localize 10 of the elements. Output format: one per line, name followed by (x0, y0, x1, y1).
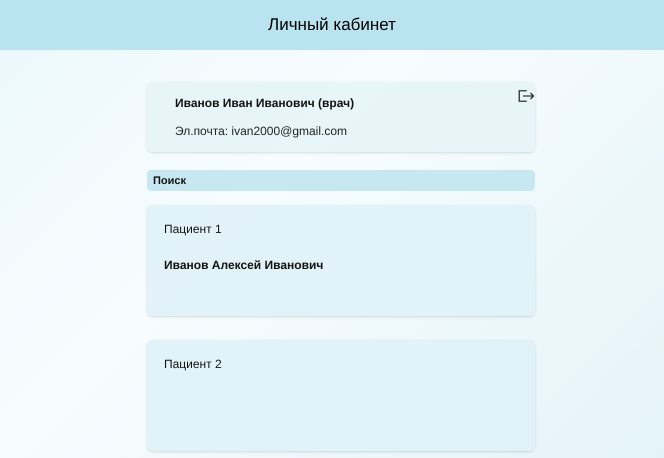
patient-label: Пациент 2 (164, 356, 223, 373)
logout-icon[interactable] (517, 88, 535, 104)
patient-label: Пациент 1 (164, 221, 223, 238)
search-field[interactable]: Поиск (147, 170, 535, 191)
patient-card[interactable]: Пациент 2 (147, 340, 535, 451)
doctor-name: Иванов Иван Иванович (врач) (175, 95, 354, 112)
patient-card[interactable]: Пациент 1 Иванов Алексей Иванович (147, 205, 535, 316)
email-text: Эл.почта: ivan2000@gmail.com (175, 123, 347, 140)
patient-name: Иванов Алексей Иванович (164, 257, 324, 274)
page-title: Личный кабинет (268, 14, 396, 36)
